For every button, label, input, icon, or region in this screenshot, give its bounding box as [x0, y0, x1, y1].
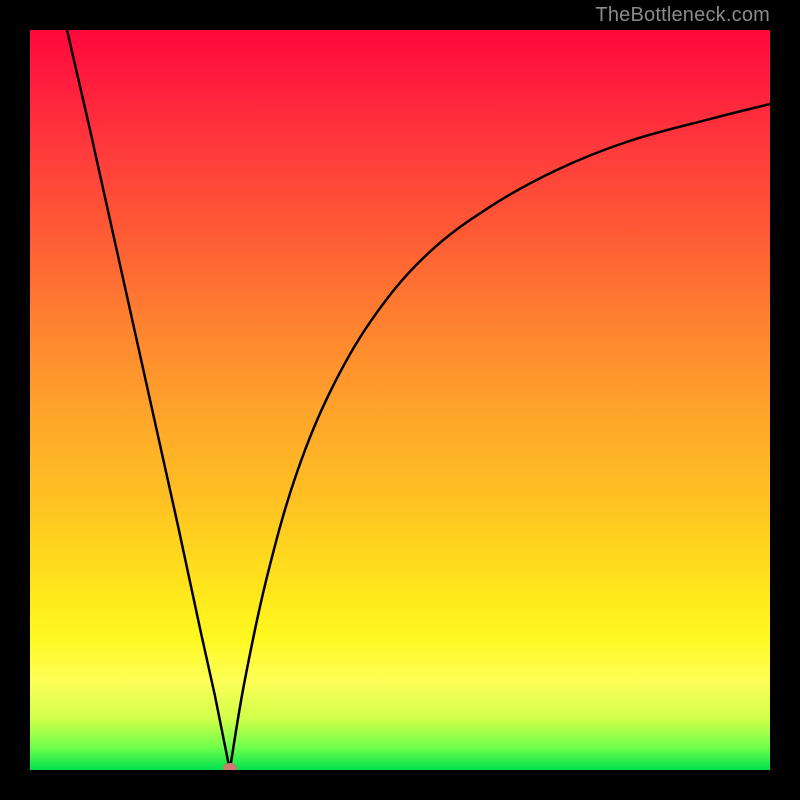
bottleneck-curve — [30, 30, 770, 770]
watermark-text: TheBottleneck.com — [595, 4, 770, 27]
outer-frame: TheBottleneck.com — [0, 0, 800, 800]
plot-area — [30, 30, 770, 770]
minimum-marker — [223, 763, 237, 770]
